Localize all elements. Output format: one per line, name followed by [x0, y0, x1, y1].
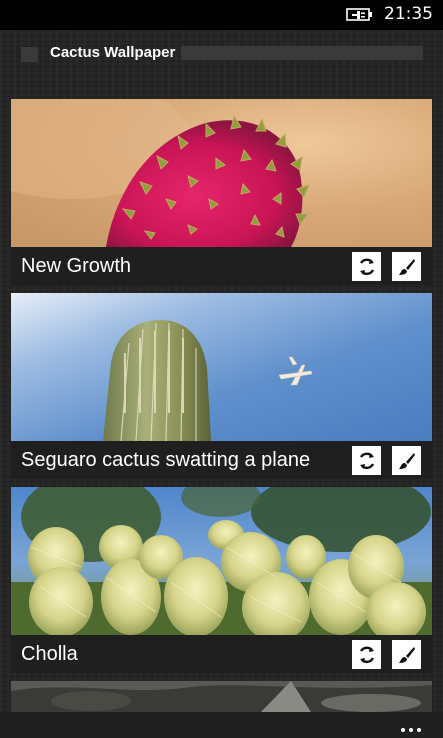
wallpaper-card-partial[interactable]: [11, 681, 432, 712]
caption-bar: New Growth: [11, 247, 432, 285]
title-decoration: [181, 46, 423, 60]
status-bar: 21:35: [0, 0, 443, 30]
wallpaper-caption: New Growth: [21, 255, 132, 277]
app-logo-icon: [21, 47, 38, 62]
set-wallpaper-button[interactable]: [392, 640, 421, 669]
ellipsis-icon[interactable]: [397, 719, 421, 737]
caption-bar: Cholla: [11, 635, 432, 673]
set-wallpaper-button[interactable]: [392, 446, 421, 475]
brush-icon: [398, 646, 415, 663]
status-time: 21:35: [384, 4, 433, 24]
refresh-button[interactable]: [352, 640, 381, 669]
brush-icon: [398, 258, 415, 275]
refresh-icon: [359, 646, 374, 663]
refresh-icon: [359, 452, 374, 469]
app-title: Cactus Wallpaper: [50, 44, 176, 61]
refresh-button[interactable]: [352, 446, 381, 475]
application-bar: [0, 712, 443, 738]
set-wallpaper-button[interactable]: [392, 252, 421, 281]
refresh-icon: [359, 258, 374, 275]
refresh-button[interactable]: [352, 252, 381, 281]
app-header: Cactus Wallpaper: [0, 30, 443, 78]
wallpaper-caption: Cholla: [21, 643, 78, 665]
wallpaper-thumbnail[interactable]: [11, 99, 432, 247]
wallpaper-thumbnail[interactable]: [11, 681, 432, 712]
battery-charging-icon: [346, 6, 376, 22]
wallpaper-card-cholla[interactable]: Cholla: [11, 487, 432, 673]
wallpaper-thumbnail[interactable]: [11, 487, 432, 635]
wallpaper-card-saguaro[interactable]: Seguaro cactus swatting a plane: [11, 293, 432, 479]
wallpaper-card-new-growth[interactable]: New Growth: [11, 99, 432, 285]
caption-bar: Seguaro cactus swatting a plane: [11, 441, 432, 479]
wallpaper-thumbnail[interactable]: [11, 293, 432, 441]
brush-icon: [398, 452, 415, 469]
wallpaper-caption: Seguaro cactus swatting a plane: [21, 449, 311, 471]
